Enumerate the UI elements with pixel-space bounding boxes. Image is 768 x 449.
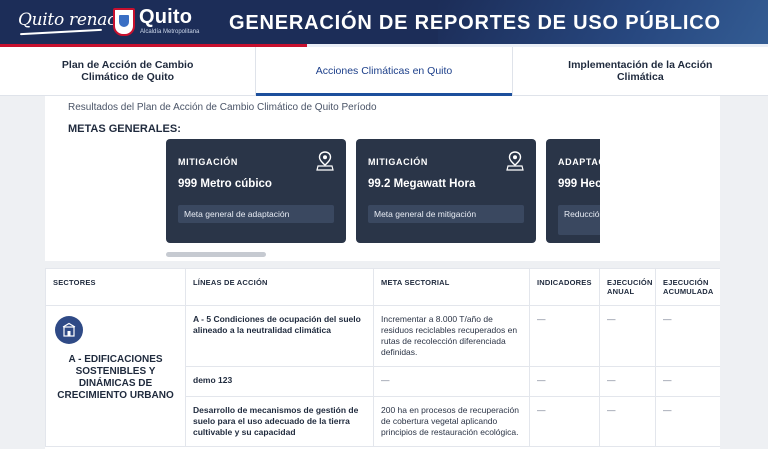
building-icon [55,316,83,344]
column-header-meta: META SECTORIAL [373,268,530,306]
metas-generales-heading: METAS GENERALES: [68,123,181,135]
map-pin-icon [506,151,524,171]
tab-implementacion[interactable]: Implementación de la Acción Climática [511,47,768,95]
linea-accion-cell: Desarrollo de mecanismos de gestión de s… [185,396,374,447]
meta-card-description: Meta general de adaptación [178,205,334,223]
linea-accion-cell: A - 5 Condiciones de ocupación del suelo… [185,305,374,367]
brand-logo-text: Quito [139,6,193,28]
ejecucion-acumulada-cell: — [655,396,720,447]
meta-card-category: ADAPTACIÓN [558,157,600,167]
meta-card-value: 99.2 Megawatt Hora [368,178,476,190]
ejecucion-anual-cell: — [599,366,656,397]
results-panel: Resultados del Plan de Acción de Cambio … [45,96,720,261]
brand-subtitle: Alcaldía Metropolitana [140,29,200,35]
column-header-indicadores: INDICADORES [529,268,600,306]
linea-accion-cell: demo 123 [185,366,374,397]
page-title: GENERACIÓN DE REPORTES DE USO PÚBLICO [229,12,721,34]
column-header-lineas: LÍNEAS DE ACCIÓN [185,268,374,306]
sector-icon-wrapper [53,316,178,354]
meta-card-description: Meta general de mitigación [368,205,524,223]
meta-card-category: MITIGACIÓN [368,157,428,167]
map-pin-icon [316,151,334,171]
meta-sectorial-cell: Incrementar a 8.000 T/año de residuos re… [373,305,530,367]
indicadores-cell: — [529,305,600,367]
carousel-scrollbar[interactable] [166,252,600,257]
meta-card[interactable]: MITIGACIÓN 99.2 Megawatt Hora Meta gener… [356,139,536,243]
tab-plan-accion[interactable]: Plan de Acción de Cambio Climático de Qu… [0,47,255,95]
acciones-table: SECTORES LÍNEAS DE ACCIÓN META SECTORIAL… [45,268,720,447]
ejecucion-anual-cell: — [599,305,656,367]
metas-carousel[interactable]: MITIGACIÓN 999 Metro cúbico Meta general… [166,139,600,244]
app-header: Quito renace. Quito Alcaldía Metropolita… [0,0,768,47]
meta-card[interactable]: MITIGACIÓN 999 Metro cúbico Meta general… [166,139,346,243]
meta-sectorial-cell: 200 ha en procesos de recuperación de co… [373,396,530,447]
results-subtitle: Resultados del Plan de Acción de Cambio … [68,102,377,113]
sector-cell: A - EDIFICACIONES SOSTENIBLES Y DINÁMICA… [45,305,186,447]
ejecucion-acumulada-cell: — [655,305,720,367]
meta-card[interactable]: ADAPTACIÓN 999 Hectáreas Reducción perío… [546,139,600,243]
column-header-ejecucion-acumulada: EJECUCIÓN ACUMULADA [655,268,720,306]
table-header-row: SECTORES LÍNEAS DE ACCIÓN META SECTORIAL… [45,268,720,306]
tab-bar: Plan de Acción de Cambio Climático de Qu… [0,47,768,96]
tab-label: Acciones Climáticas en Quito [315,65,453,77]
scrollbar-thumb[interactable] [166,252,266,257]
meta-sectorial-cell: — [373,366,530,397]
ejecucion-acumulada-cell: — [655,366,720,397]
meta-card-value: 999 Hectáreas [558,178,600,190]
meta-card-value: 999 Metro cúbico [178,178,272,190]
indicadores-cell: — [529,366,600,397]
acciones-table-container: SECTORES LÍNEAS DE ACCIÓN META SECTORIAL… [45,268,720,449]
indicadores-cell: — [529,396,600,447]
ejecucion-anual-cell: — [599,396,656,447]
city-shield-icon [113,8,135,36]
meta-card-description: Reducción período 2… [558,205,600,235]
meta-card-category: MITIGACIÓN [178,157,238,167]
sector-name: A - EDIFICACIONES SOSTENIBLES Y DINÁMICA… [57,354,174,401]
column-header-sectores: SECTORES [45,268,186,306]
column-header-ejecucion-anual: EJECUCIÓN ANUAL [599,268,656,306]
tab-label: Plan de Acción de Cambio Climático de Qu… [61,59,194,83]
table-row: A - EDIFICACIONES SOSTENIBLES Y DINÁMICA… [45,305,720,447]
tab-acciones-climaticas[interactable]: Acciones Climáticas en Quito [255,47,512,96]
tab-label: Implementación de la Acción Climática [568,59,713,83]
